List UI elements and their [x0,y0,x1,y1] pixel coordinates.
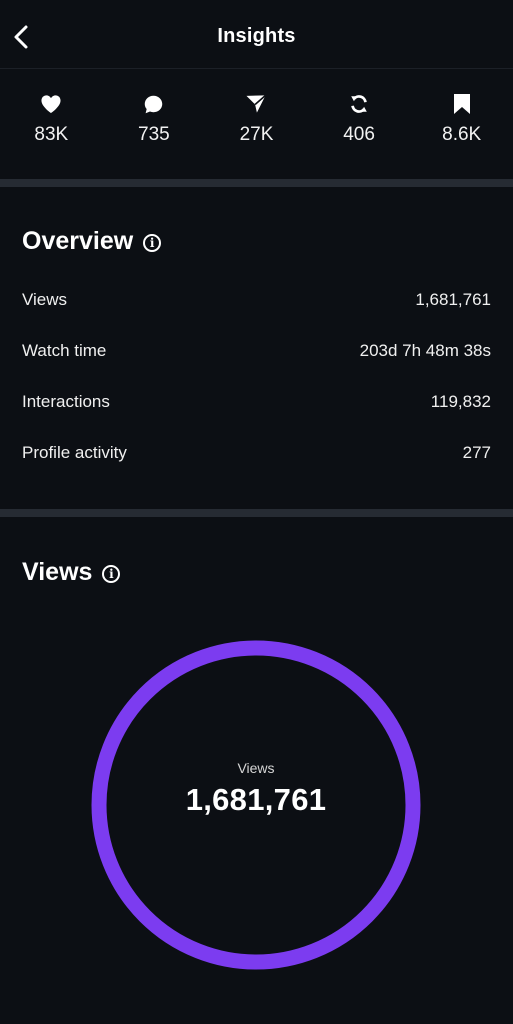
top-bar: Insights [0,0,513,69]
info-icon[interactable]: i [102,564,121,583]
info-icon[interactable]: i [143,233,162,252]
row-label: Interactions [22,392,110,411]
views-heading: Views i [22,558,121,587]
stat-shares: 27K [205,68,308,179]
row-value: 1,681,761 [415,290,491,309]
donut-center: Views 1,681,761 [91,760,421,818]
donut-label: Views [237,760,275,776]
section-divider [0,179,513,187]
stat-likes: 83K [0,68,103,179]
row-label: Watch time [22,341,107,360]
overview-title: Overview [22,227,134,255]
overview-row: Views 1,681,761 [22,290,491,310]
send-icon [245,93,267,115]
stat-value: 735 [138,124,170,145]
row-value: 119,832 [430,392,491,411]
stat-value: 27K [239,124,274,145]
views-title: Views [22,558,93,586]
donut-value: 1,681,761 [185,782,327,817]
row-value: 277 [462,443,491,462]
page-title: Insights [217,25,296,47]
stat-comments: 735 [103,68,206,179]
overview-row: Interactions 119,832 [22,392,491,412]
repost-icon [348,93,370,115]
bookmark-icon [453,93,471,115]
insights-screen: Insights 83K 735 27K 406 8.6K Overview i… [0,0,513,1024]
overview-heading: Overview i [22,227,162,256]
row-label: Views [22,290,68,309]
stat-value: 8.6K [442,124,482,145]
comment-icon [143,93,164,115]
overview-row: Watch time 203d 7h 48m 38s [22,341,491,361]
stat-saves: 8.6K [410,68,513,179]
row-value: 203d 7h 48m 38s [359,341,491,360]
stat-value: 406 [343,124,375,145]
stat-value: 83K [34,124,69,145]
stat-reposts: 406 [308,68,411,179]
heart-icon [40,93,62,115]
engagement-stats: 83K 735 27K 406 8.6K [0,68,513,179]
section-divider [0,509,513,517]
overview-row: Profile activity 277 [22,443,491,463]
row-label: Profile activity [22,443,127,462]
